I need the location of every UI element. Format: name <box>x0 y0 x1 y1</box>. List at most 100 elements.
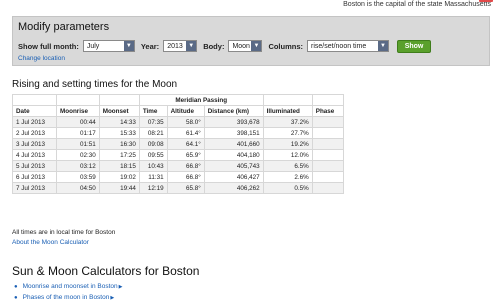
moonrise-cell: 00:44 <box>56 116 100 128</box>
month-label: Show full month: <box>18 41 79 51</box>
body-select[interactable]: Moon ▼ <box>228 40 263 52</box>
time-cell: 09:08 <box>138 138 168 150</box>
altitude-cell: 65.8° <box>166 182 205 194</box>
moonrise-link[interactable]: Moonrise and moonset in Boston <box>23 283 118 290</box>
chevron-down-icon: ▼ <box>378 41 389 51</box>
moonset-cell: 16:30 <box>98 138 140 150</box>
illuminated-cell: 2.6% <box>262 171 313 183</box>
distance-cell: 406,262 <box>203 182 264 194</box>
time-cell: 10:43 <box>138 160 168 172</box>
phase-cell <box>311 171 345 183</box>
phase-cell <box>311 127 345 139</box>
distance-cell: 406,427 <box>203 171 264 183</box>
table-row: 1 Jul 2013 00:44 14:33 07:35 58.0° 393,6… <box>12 116 345 128</box>
header-spacer <box>262 94 313 106</box>
chevron-down-icon: ▼ <box>186 41 197 51</box>
about-moon-calculator-link[interactable]: About the Moon Calculator <box>12 239 89 246</box>
date-cell: 4 Jul 2013 <box>12 149 57 161</box>
column-header: Moonset <box>98 105 140 117</box>
moonrise-cell: 03:59 <box>56 171 100 183</box>
header-spacer <box>311 94 345 106</box>
triangle-right-icon: ▶ <box>118 283 123 290</box>
illuminated-cell: 37.2% <box>262 116 313 128</box>
time-cell: 09:55 <box>138 149 168 161</box>
meridian-group-header: Meridian Passing <box>138 94 264 106</box>
month-select[interactable]: July ▼ <box>82 40 135 52</box>
columns-select[interactable]: rise/set/noon time ▼ <box>307 40 390 52</box>
body-value: Moon <box>232 42 250 50</box>
modify-parameters-panel: Modify parameters Show full month: July … <box>12 16 490 66</box>
parameters-row: Show full month: July ▼ Year: 2013 ▼ Bod… <box>18 39 432 53</box>
column-header: Time <box>138 105 168 117</box>
altitude-cell: 65.9° <box>166 149 205 161</box>
phase-cell <box>311 116 345 128</box>
show-button[interactable]: Show <box>397 39 432 53</box>
local-time-note: All times are in local time for Boston <box>12 229 116 236</box>
time-cell: 08:21 <box>138 127 168 139</box>
column-header: Moonrise <box>56 105 100 117</box>
capital-caption: Boston is the capital of the state Massa… <box>343 1 491 8</box>
altitude-cell: 64.1° <box>166 138 205 150</box>
moonrise-cell: 03:12 <box>56 160 100 172</box>
header-spacer <box>12 94 57 106</box>
table-row: 6 Jul 2013 03:59 19:02 11:31 66.8° 406,4… <box>12 171 345 183</box>
year-select[interactable]: 2013 ▼ <box>163 40 198 52</box>
illuminated-cell: 12.0% <box>262 149 313 161</box>
chevron-down-icon: ▼ <box>251 41 262 51</box>
column-header: Phase <box>311 105 345 117</box>
list-item[interactable]: ● Moonrise and moonset in Boston ▶ <box>14 281 123 292</box>
table-row: 4 Jul 2013 02:30 17:25 09:55 65.9° 404,1… <box>12 149 345 161</box>
altitude-cell: 66.8° <box>166 171 205 183</box>
change-location-link[interactable]: Change location <box>18 55 65 62</box>
date-cell: 3 Jul 2013 <box>12 138 57 150</box>
date-cell: 5 Jul 2013 <box>12 160 57 172</box>
illuminated-cell: 0.5% <box>262 182 313 194</box>
time-cell: 11:31 <box>138 171 168 183</box>
moon-times-table: Meridian Passing Date Moonrise Moonset T… <box>12 94 345 194</box>
header-spacer <box>56 94 100 106</box>
phase-cell <box>311 182 345 194</box>
moonset-cell: 17:25 <box>98 149 140 161</box>
moonrise-cell: 02:30 <box>56 149 100 161</box>
columns-label: Columns: <box>268 41 304 51</box>
altitude-cell: 61.4° <box>166 127 205 139</box>
distance-cell: 398,151 <box>203 127 264 139</box>
phase-cell <box>311 149 345 161</box>
year-value: 2013 <box>167 42 183 50</box>
distance-cell: 404,180 <box>203 149 264 161</box>
moonrise-cell: 01:51 <box>56 138 100 150</box>
column-header: Altitude <box>166 105 205 117</box>
column-header: Date <box>12 105 57 117</box>
distance-cell: 401,660 <box>203 138 264 150</box>
month-value: July <box>86 42 100 50</box>
time-cell: 07:35 <box>138 116 168 128</box>
column-header: Illuminated <box>262 105 313 117</box>
moonset-cell: 19:02 <box>98 171 140 183</box>
date-cell: 6 Jul 2013 <box>12 171 57 183</box>
illuminated-cell: 27.7% <box>262 127 313 139</box>
moonrise-cell: 01:17 <box>56 127 100 139</box>
list-item[interactable]: ● Phases of the moon in Boston ▶ <box>14 292 123 303</box>
illuminated-cell: 6.5% <box>262 160 313 172</box>
time-cell: 12:19 <box>138 182 168 194</box>
table-row: 3 Jul 2013 01:51 16:30 09:08 64.1° 401,6… <box>12 138 345 150</box>
column-header: Distance (km) <box>203 105 264 117</box>
moonset-cell: 15:33 <box>98 127 140 139</box>
moonset-cell: 18:15 <box>98 160 140 172</box>
moonset-cell: 19:44 <box>98 182 140 194</box>
body-label: Body: <box>203 41 225 51</box>
columns-value: rise/set/noon time <box>311 42 367 50</box>
top-bar: Boston is the capital of the state Massa… <box>0 0 503 12</box>
sun-moon-calculators-title: Sun & Moon Calculators for Boston <box>12 264 200 278</box>
flag-icon <box>479 0 493 2</box>
year-label: Year: <box>140 41 160 51</box>
date-cell: 7 Jul 2013 <box>12 182 57 194</box>
table-row: 2 Jul 2013 01:17 15:33 08:21 61.4° 398,1… <box>12 127 345 139</box>
date-cell: 1 Jul 2013 <box>12 116 57 128</box>
phase-cell <box>311 138 345 150</box>
moon-table-title: Rising and setting times for the Moon <box>12 79 178 90</box>
altitude-cell: 58.0° <box>166 116 205 128</box>
table-row: 5 Jul 2013 03:12 18:15 10:43 66.8° 405,7… <box>12 160 345 172</box>
altitude-cell: 66.8° <box>166 160 205 172</box>
moonset-cell: 14:33 <box>98 116 140 128</box>
